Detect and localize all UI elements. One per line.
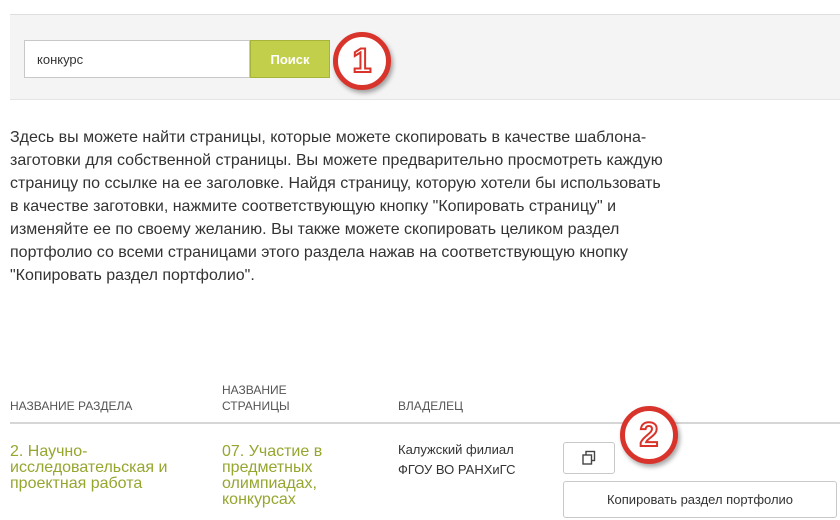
column-header-owner: ВЛАДЕЛЕЦ: [398, 399, 464, 413]
owner-name: Калужский филиал ФГОУ ВО РАНХиГС: [398, 442, 516, 477]
copy-page-button[interactable]: [563, 442, 615, 474]
callout-marker-1: 1: [333, 32, 391, 90]
search-button[interactable]: Поиск: [250, 40, 330, 78]
page-description: Здесь вы можете найти страницы, которые …: [10, 129, 663, 284]
callout-marker-2: 2: [620, 406, 678, 464]
table-header-divider: [10, 422, 840, 424]
column-header-page: НАЗВАНИЕ СТРАНИЦЫ: [222, 383, 290, 413]
copy-section-button[interactable]: Копировать раздел портфолио: [563, 481, 837, 518]
search-input[interactable]: [24, 40, 250, 78]
section-title-link[interactable]: 2. Научно-исследовательская и проектная …: [10, 444, 210, 492]
page-title-link[interactable]: 07. Участие в предметных олимпиадах, кон…: [222, 444, 372, 508]
column-header-section: НАЗВАНИЕ РАЗДЕЛА: [10, 399, 133, 413]
copy-icon: [582, 450, 596, 465]
